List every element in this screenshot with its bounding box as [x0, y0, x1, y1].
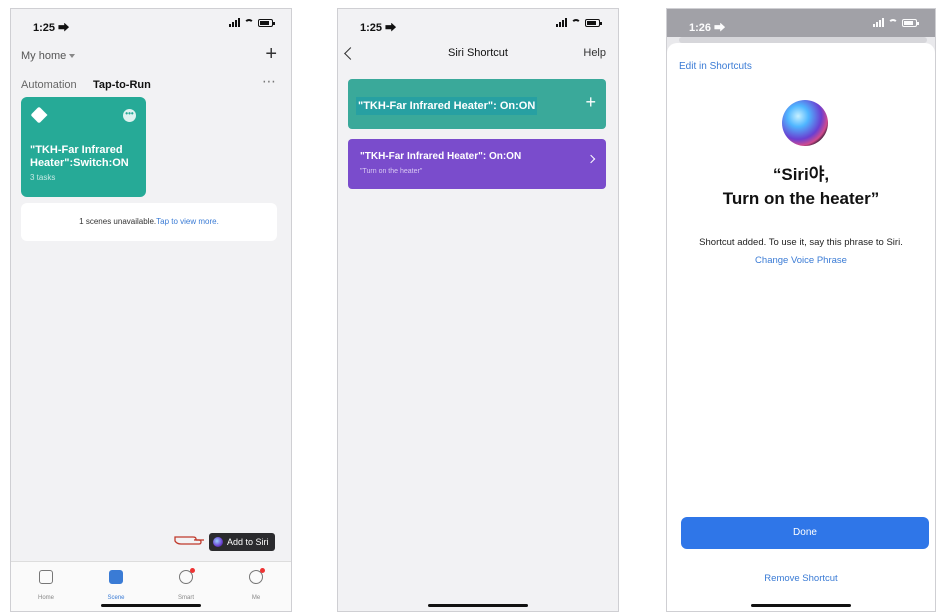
nav-bar: Siri Shortcut Help — [338, 45, 618, 67]
smart-icon — [179, 568, 195, 584]
shortcut-added-text: Shortcut added. To use it, say this phra… — [699, 237, 903, 248]
edit-in-shortcuts-link[interactable]: Edit in Shortcuts — [679, 61, 752, 72]
profile-icon — [249, 568, 265, 584]
home-header: My home + — [21, 44, 277, 67]
wifi-icon — [888, 18, 898, 27]
battery-icon — [902, 18, 919, 27]
plus-icon[interactable]: + — [585, 92, 596, 112]
caret-down-icon — [69, 54, 76, 59]
tab-tap-to-run[interactable]: Tap-to-Run — [93, 79, 151, 91]
unavailable-notice: 1 scenes unavailable.Tap to view more. — [21, 203, 277, 241]
siri-icon — [213, 537, 223, 547]
status-time: 1:25 ⮕ — [360, 22, 397, 34]
tab-label: Scene — [107, 595, 125, 601]
status-bar: 1:25 ⮕ — [338, 9, 618, 37]
home-indicator — [751, 604, 851, 607]
add-button[interactable]: + — [265, 44, 277, 64]
chevron-right-icon — [586, 154, 596, 164]
status-time: 1:26 ⮕ — [689, 22, 726, 34]
page-title: Siri Shortcut — [448, 47, 508, 59]
status-bar: 1:25 ⮕ — [11, 9, 291, 37]
add-to-siri-button[interactable]: Add to Siri — [209, 533, 275, 551]
home-label: My home — [21, 50, 67, 62]
voice-phrase: “Siri야, Turn on the heater” — [667, 163, 935, 211]
tab-automation[interactable]: Automation — [21, 79, 77, 91]
tab-home[interactable]: Home — [11, 562, 81, 611]
help-button[interactable]: Help — [583, 47, 606, 59]
signal-icon — [873, 18, 884, 27]
phone-scene-list: 1:25 ⮕ My home + Automation Tap-to-Run ⋯… — [10, 8, 292, 612]
battery-icon — [258, 18, 275, 27]
voice-phrase-line2: Turn on the heater” — [722, 189, 880, 208]
scene-icon — [109, 570, 123, 584]
status-time: 1:25 ⮕ — [33, 22, 70, 34]
confirmation-sheet: Edit in Shortcuts “Siri야, Turn on the he… — [667, 37, 935, 611]
tab-label: Home — [37, 595, 54, 601]
battery-icon — [585, 18, 602, 27]
tab-me[interactable]: Me — [221, 562, 291, 611]
home-indicator — [101, 604, 201, 607]
notification-dot — [190, 568, 195, 573]
shortcut-phrase: "Turn on the heater" — [360, 168, 423, 175]
home-selector[interactable]: My home — [21, 50, 76, 62]
tab-label: Smart — [177, 595, 194, 601]
scene-name: "TKH-Far Infrared Heater":Switch:ON — [30, 144, 129, 169]
wifi-icon — [571, 18, 581, 27]
scene-tabs: Automation Tap-to-Run ⋯ — [21, 73, 277, 95]
wifi-icon — [244, 18, 254, 27]
status-icons — [556, 18, 602, 27]
voice-phrase-line1: “Siri야, — [772, 165, 830, 184]
view-more-link[interactable]: Tap to view more. — [156, 217, 219, 226]
signal-icon — [556, 18, 567, 27]
scene-menu-icon[interactable]: ••• — [123, 109, 136, 122]
change-voice-phrase-link[interactable]: Change Voice Phrase — [667, 255, 935, 266]
shortcut-name: "TKH-Far Infrared Heater": On:ON — [356, 97, 538, 115]
tag-icon — [30, 106, 48, 124]
home-icon — [39, 570, 53, 584]
signal-icon — [229, 18, 240, 27]
done-button[interactable]: Done — [681, 517, 929, 549]
pointing-hand-icon — [174, 536, 204, 545]
status-bar: 1:26 ⮕ — [667, 9, 935, 37]
unavailable-text: 1 scenes unavailable. — [79, 217, 157, 226]
sheet-handle — [679, 37, 927, 43]
shortcut-title: "TKH-Far Infrared Heater": On:ON — [360, 151, 522, 162]
home-indicator — [428, 604, 528, 607]
status-icons — [229, 18, 275, 27]
scene-card[interactable]: ••• "TKH-Far Infrared Heater":Switch:ON … — [21, 97, 146, 197]
siri-orb-icon — [782, 100, 828, 146]
tab-label: Me — [251, 595, 261, 601]
status-icons — [873, 18, 919, 27]
more-icon[interactable]: ⋯ — [262, 73, 277, 90]
add-to-siri-label: Add to Siri — [227, 537, 269, 547]
phone-siri-shortcut: 1:25 ⮕ Siri Shortcut Help "TKH-Far Infra… — [337, 8, 619, 612]
notification-dot — [260, 568, 265, 573]
phone-siri-confirmation: 1:26 ⮕ Edit in Shortcuts “Siri야, Turn on… — [666, 8, 936, 612]
scene-task-count: 3 tasks — [30, 173, 56, 182]
remove-shortcut-link[interactable]: Remove Shortcut — [667, 573, 935, 584]
shortcut-card-added[interactable]: "TKH-Far Infrared Heater": On:ON "Turn o… — [348, 139, 606, 189]
shortcut-card-add[interactable]: "TKH-Far Infrared Heater": On:ON + — [348, 79, 606, 129]
